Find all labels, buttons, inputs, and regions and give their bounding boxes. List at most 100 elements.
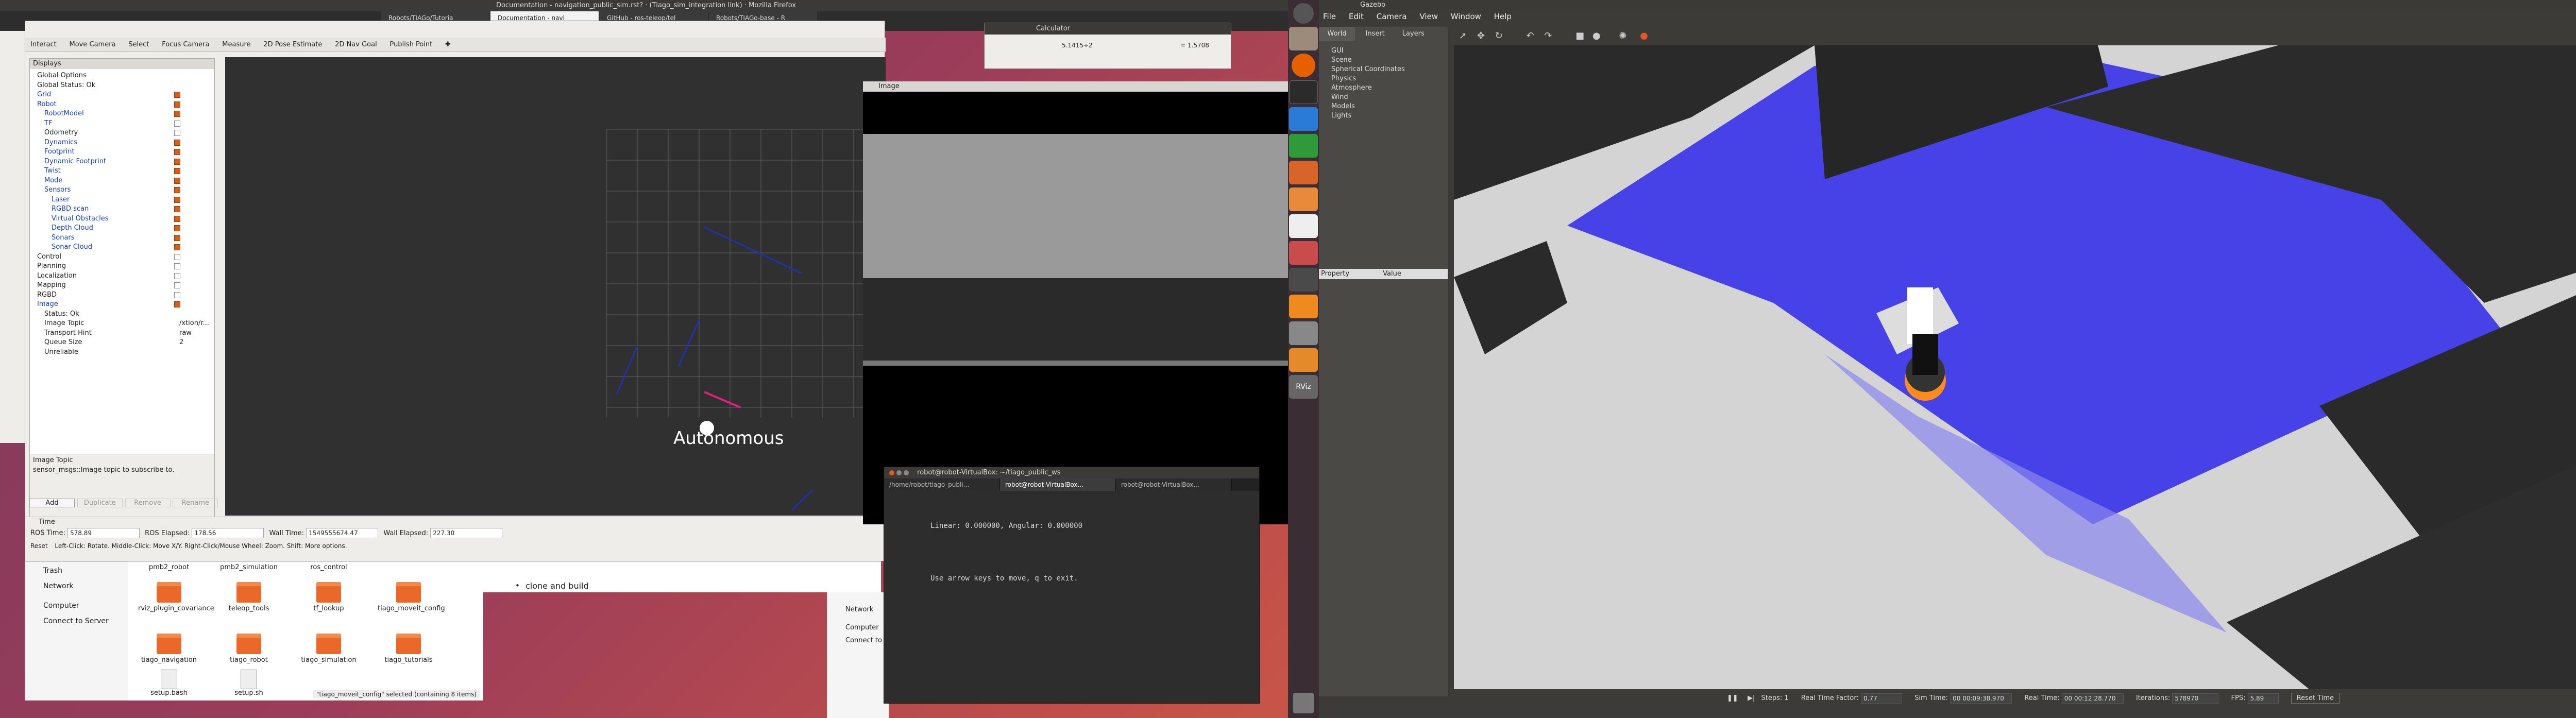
display-checkbox[interactable] — [174, 234, 180, 241]
steps-value[interactable]: 1 — [1784, 694, 1788, 702]
terminal-tab-1[interactable]: /home/robot/tiago_publi... — [884, 478, 1000, 491]
menu-camera[interactable]: Camera — [1377, 12, 1407, 21]
display-property-value[interactable]: 2 — [179, 338, 183, 348]
display-checkbox[interactable] — [174, 139, 180, 146]
terminal-tab-2[interactable]: robot@robot-VirtualBox... — [1000, 478, 1116, 491]
display-tree-row[interactable]: Sensors — [30, 185, 214, 195]
folder-item[interactable]: teleop_tools — [218, 582, 280, 612]
redo-icon[interactable]: ↷ — [1544, 30, 1552, 41]
software-icon[interactable] — [1289, 187, 1318, 211]
undo-icon[interactable]: ↶ — [1526, 30, 1534, 41]
firefox-icon[interactable] — [1292, 54, 1315, 77]
display-tree-row[interactable]: Dynamics — [30, 138, 214, 148]
display-tree-row[interactable]: Robot — [30, 100, 214, 110]
terminal-output[interactable]: Linear: 0.000000, Angular: 0.000000 Use … — [884, 491, 1259, 702]
display-tree-row[interactable]: Sonar Cloud — [30, 243, 214, 252]
folder-item[interactable]: tf_lookup — [298, 582, 360, 612]
display-checkbox[interactable] — [174, 168, 180, 174]
display-tree-row[interactable]: Odometry — [30, 128, 214, 138]
display-tree-row[interactable]: Mapping — [30, 281, 214, 290]
display-tree-row[interactable]: Twist — [30, 166, 214, 176]
display-checkbox[interactable] — [174, 120, 180, 127]
impress-icon[interactable] — [1289, 161, 1318, 184]
world-tree-item[interactable]: Scene — [1331, 56, 1448, 65]
display-checkbox[interactable] — [174, 101, 180, 108]
display-tree-row[interactable]: Queue Size 2 — [30, 338, 214, 348]
tab-layers[interactable]: Layers — [1395, 27, 1431, 41]
display-checkbox[interactable] — [174, 225, 180, 231]
trash-icon[interactable] — [1293, 693, 1314, 713]
world-tree-item[interactable]: Spherical Coordinates — [1331, 65, 1448, 74]
display-tree-row[interactable]: Laser — [30, 195, 214, 205]
world-tree-item[interactable]: Lights — [1331, 111, 1448, 121]
file-item[interactable]: setup.sh — [218, 670, 280, 697]
menu-file[interactable]: File — [1323, 12, 1336, 21]
display-checkbox[interactable] — [174, 301, 180, 307]
menu-help[interactable]: Help — [1494, 12, 1512, 21]
settings-icon[interactable] — [1289, 241, 1318, 265]
folder-item[interactable]: rviz_plugin_covariance — [138, 582, 214, 612]
tool-select[interactable]: Select — [123, 38, 154, 52]
gazebo-icon[interactable] — [1289, 348, 1318, 372]
calc-icon[interactable] — [1289, 134, 1318, 158]
display-tree-row[interactable]: Localization — [30, 271, 214, 281]
display-checkbox[interactable] — [174, 111, 180, 117]
folder-item[interactable]: tiago_moveit_config — [378, 582, 445, 612]
display-tree-row[interactable]: Global Status: Ok — [30, 81, 214, 91]
world-tree-item[interactable]: Models — [1331, 102, 1448, 111]
display-tree-row[interactable]: Status: Ok — [30, 310, 214, 319]
display-tree-row[interactable]: Image Topic/xtion/r... — [30, 319, 214, 329]
sidebar-item-trash[interactable]: Trash — [25, 561, 128, 575]
translate-tool-icon[interactable]: ✥ — [1477, 30, 1485, 41]
display-tree-row[interactable]: Control — [30, 252, 214, 262]
tool-interact[interactable]: Interact — [25, 38, 62, 52]
display-tree-row[interactable]: Global Options — [30, 71, 214, 81]
light-icon[interactable]: ✺ — [1619, 30, 1626, 41]
rviz-3d-view[interactable]: Autonomous — [225, 57, 886, 516]
tab-world[interactable]: World — [1319, 27, 1355, 41]
display-tree-row[interactable]: RobotModel — [30, 109, 214, 119]
maximize-icon[interactable] — [904, 470, 909, 475]
display-tree-row[interactable]: TF — [30, 119, 214, 129]
writer-icon[interactable] — [1289, 107, 1318, 131]
files-icon[interactable] — [1289, 27, 1318, 50]
display-checkbox[interactable] — [174, 292, 180, 298]
rename-button[interactable]: Rename — [173, 499, 218, 507]
reset-time-button[interactable]: Reset Time — [2291, 693, 2340, 704]
display-tree-row[interactable]: Sonars — [30, 233, 214, 243]
display-tree-row[interactable]: Planning — [30, 262, 214, 271]
display-tree-row[interactable]: Dynamic Footprint — [30, 157, 214, 167]
tool-move-camera[interactable]: Move Camera — [64, 38, 121, 52]
terminal-tab-3[interactable]: robot@robot-VirtualBox... — [1116, 478, 1232, 491]
display-checkbox[interactable] — [174, 92, 180, 98]
sidebar-item-network[interactable]: Network — [25, 575, 128, 590]
folder-item[interactable]: tiago_tutorials — [378, 634, 439, 664]
plus-icon[interactable]: ✚ — [440, 38, 456, 52]
display-checkbox[interactable] — [174, 253, 180, 260]
world-tree-item[interactable]: Wind — [1331, 93, 1448, 102]
sidebar-item-connect[interactable]: Connect to Server — [25, 610, 128, 625]
step-icon[interactable]: ▶| — [1748, 694, 1755, 702]
folder-item[interactable]: ros_control — [298, 563, 360, 571]
rotate-tool-icon[interactable]: ↻ — [1495, 30, 1503, 41]
camera-icon[interactable]: ● — [1640, 30, 1648, 41]
menu-view[interactable]: View — [1419, 12, 1438, 21]
file-item[interactable]: setup.bash — [138, 670, 200, 697]
ubuntu-icon[interactable] — [1293, 3, 1314, 24]
tool-focus-camera[interactable]: Focus Camera — [157, 38, 214, 52]
calculator-icon[interactable] — [1289, 268, 1318, 292]
display-checkbox[interactable] — [174, 263, 180, 269]
display-tree-row[interactable]: Grid — [30, 90, 214, 100]
display-tree-row[interactable]: Image — [30, 300, 214, 310]
reset-button[interactable]: Reset — [30, 542, 48, 550]
folder-item[interactable]: tiago_simulation — [298, 634, 360, 664]
sphere-icon[interactable]: ● — [1592, 30, 1601, 41]
tool-publish-point[interactable]: Publish Point — [384, 38, 437, 52]
box-icon[interactable]: ■ — [1575, 30, 1584, 41]
display-tree-row[interactable]: Mode — [30, 176, 214, 186]
display-checkbox[interactable] — [174, 244, 180, 250]
display-checkbox[interactable] — [174, 130, 180, 136]
sidebar-item-network-2[interactable]: Network — [827, 592, 889, 613]
menu-window[interactable]: Window — [1451, 12, 1481, 21]
sidebar-item-computer-2[interactable]: Computer — [827, 613, 889, 631]
